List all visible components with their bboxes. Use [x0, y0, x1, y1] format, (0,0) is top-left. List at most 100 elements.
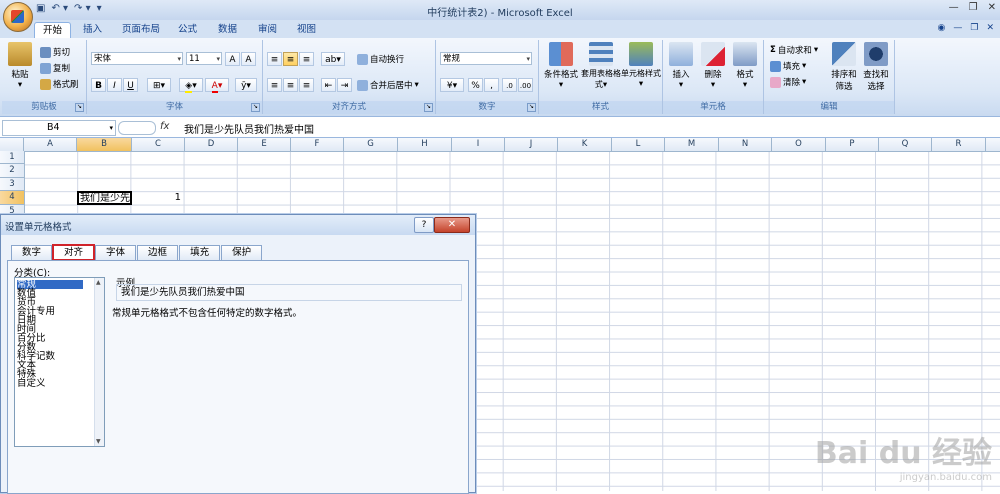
dialog-title-bar[interactable]: 设置单元格格式 ? ✕	[1, 215, 475, 235]
cell-c4[interactable]: 1	[132, 191, 183, 205]
select-all-corner[interactable]	[0, 138, 24, 151]
fill-button[interactable]: 填充 ▾	[770, 60, 806, 72]
row-header-2[interactable]: 2	[0, 164, 24, 178]
row-header-3[interactable]: 3	[0, 178, 24, 192]
column-header-l[interactable]: L	[612, 138, 665, 151]
ribbon-close-icon[interactable]: ✕	[986, 23, 994, 33]
delete-cells-button[interactable]: 删除 ▾	[697, 42, 729, 90]
format-cells-button[interactable]: 格式 ▾	[729, 42, 761, 90]
percent-button[interactable]: %	[468, 78, 483, 92]
column-header-i[interactable]: I	[452, 138, 505, 151]
cell-styles-button[interactable]: 单元格样式▾	[621, 42, 661, 89]
category-list[interactable]: 常规 数值 货币 会计专用 日期 时间 百分比 分数 科学记数 文本 特殊 自定…	[14, 277, 105, 447]
tab-fill[interactable]: 填充	[179, 245, 221, 260]
column-header-r[interactable]: R	[932, 138, 986, 151]
dialog-close-button[interactable]: ✕	[434, 217, 470, 233]
column-header-c[interactable]: C	[132, 138, 185, 151]
clear-button[interactable]: 清除 ▾	[770, 76, 806, 88]
tab-data[interactable]: 数据	[210, 22, 245, 38]
alignment-dialog-launcher[interactable]: ↘	[424, 103, 433, 112]
number-dialog-launcher[interactable]: ↘	[527, 103, 536, 112]
cell-b4[interactable]: 我们是少先	[77, 191, 132, 205]
tab-review[interactable]: 审阅	[250, 22, 285, 38]
phonetic-button[interactable]: ӯ▾	[235, 78, 257, 92]
column-header-j[interactable]: J	[505, 138, 558, 151]
fill-color-button[interactable]: ◈▾	[179, 78, 203, 93]
column-header-h[interactable]: H	[398, 138, 452, 151]
column-header-g[interactable]: G	[344, 138, 398, 151]
align-left-button[interactable]: ≡	[267, 78, 282, 92]
dialog-help-button[interactable]: ?	[414, 217, 434, 233]
cut-button[interactable]: 剪切	[40, 46, 70, 58]
tab-border[interactable]: 边框	[137, 245, 179, 260]
row-header-4[interactable]: 4	[0, 191, 24, 205]
column-header-k[interactable]: K	[558, 138, 612, 151]
copy-button[interactable]: 复制	[40, 62, 70, 74]
tab-number[interactable]: 数字	[11, 245, 53, 260]
align-bottom-button[interactable]: ≡	[299, 52, 314, 66]
bold-button[interactable]: B	[91, 78, 106, 92]
tab-formulas[interactable]: 公式	[170, 22, 205, 38]
paste-button[interactable]: 粘贴 ▾	[6, 42, 34, 90]
decrease-indent-button[interactable]: ⇤	[321, 78, 336, 92]
sort-filter-button[interactable]: 排序和筛选	[828, 42, 860, 92]
merge-center-button[interactable]: 合并后居中 ▾	[357, 79, 419, 91]
scroll-down-icon[interactable]: ▼	[96, 438, 101, 445]
formula-content[interactable]: 我们是少先队员我们热爱中国	[184, 121, 314, 136]
clipboard-dialog-launcher[interactable]: ↘	[75, 103, 84, 112]
minimize-icon[interactable]: —	[949, 2, 959, 13]
font-dialog-launcher[interactable]: ↘	[251, 103, 260, 112]
orientation-button[interactable]: ab▾	[321, 52, 345, 66]
column-header-o[interactable]: O	[772, 138, 826, 151]
borders-button[interactable]: ⊞▾	[147, 78, 171, 92]
name-box[interactable]: B4 ▾	[2, 120, 116, 136]
find-select-button[interactable]: 查找和选择	[860, 42, 892, 92]
increase-decimal-button[interactable]: .0	[502, 78, 517, 92]
tab-protection[interactable]: 保护	[221, 245, 263, 260]
tab-view[interactable]: 视图	[289, 22, 324, 38]
tab-home[interactable]: 开始	[34, 22, 72, 39]
help-icon[interactable]: ◉	[938, 23, 946, 33]
underline-button[interactable]: U	[123, 78, 138, 92]
font-name-combo[interactable]: 宋体 ▾	[91, 52, 183, 65]
category-scrollbar[interactable]: ▲ ▼	[94, 278, 104, 446]
column-header-m[interactable]: M	[665, 138, 719, 151]
office-button[interactable]	[3, 2, 33, 32]
tab-insert[interactable]: 插入	[75, 22, 110, 38]
insert-function-icon[interactable]: fx	[160, 121, 169, 132]
insert-cells-button[interactable]: 插入 ▾	[665, 42, 697, 90]
number-format-combo[interactable]: 常规 ▾	[440, 52, 532, 65]
column-header-p[interactable]: P	[826, 138, 879, 151]
column-header-n[interactable]: N	[719, 138, 772, 151]
restore-icon[interactable]: ❐	[969, 2, 978, 13]
comma-button[interactable]: ,	[484, 78, 499, 92]
font-size-combo[interactable]: 11 ▾	[186, 52, 222, 65]
format-painter-button[interactable]: 格式刷	[40, 78, 79, 90]
italic-button[interactable]: I	[107, 78, 122, 92]
row-header-1[interactable]: 1	[0, 151, 24, 165]
ribbon-minimize-icon[interactable]: —	[953, 23, 962, 33]
column-header-q[interactable]: Q	[879, 138, 932, 151]
category-custom[interactable]: 自定义	[17, 379, 46, 389]
grow-font-button[interactable]: A	[225, 52, 240, 66]
formula-bar-splitter[interactable]	[118, 121, 156, 135]
close-icon[interactable]: ✕	[988, 2, 996, 13]
column-header-f[interactable]: F	[291, 138, 344, 151]
align-right-button[interactable]: ≡	[299, 78, 314, 92]
align-top-button[interactable]: ≡	[267, 52, 282, 66]
conditional-format-button[interactable]: 条件格式 ▾	[541, 42, 581, 90]
wrap-text-button[interactable]: 自动换行	[357, 53, 404, 65]
font-color-button[interactable]: A▾	[205, 78, 229, 93]
accounting-format-button[interactable]: ¥▾	[440, 78, 464, 92]
align-center-button[interactable]: ≡	[283, 78, 298, 92]
ribbon-restore-icon[interactable]: ❐	[970, 23, 978, 33]
autosum-button[interactable]: Σ 自动求和 ▾	[770, 44, 818, 56]
increase-indent-button[interactable]: ⇥	[337, 78, 352, 92]
format-as-table-button[interactable]: 套用表格格式▾	[581, 42, 621, 90]
shrink-font-button[interactable]: A	[241, 52, 256, 66]
column-header-e[interactable]: E	[238, 138, 291, 151]
align-middle-button[interactable]: ≡	[283, 52, 298, 66]
decrease-decimal-button[interactable]: .00	[518, 78, 533, 92]
scroll-up-icon[interactable]: ▲	[96, 279, 101, 286]
column-header-a[interactable]: A	[24, 138, 77, 151]
